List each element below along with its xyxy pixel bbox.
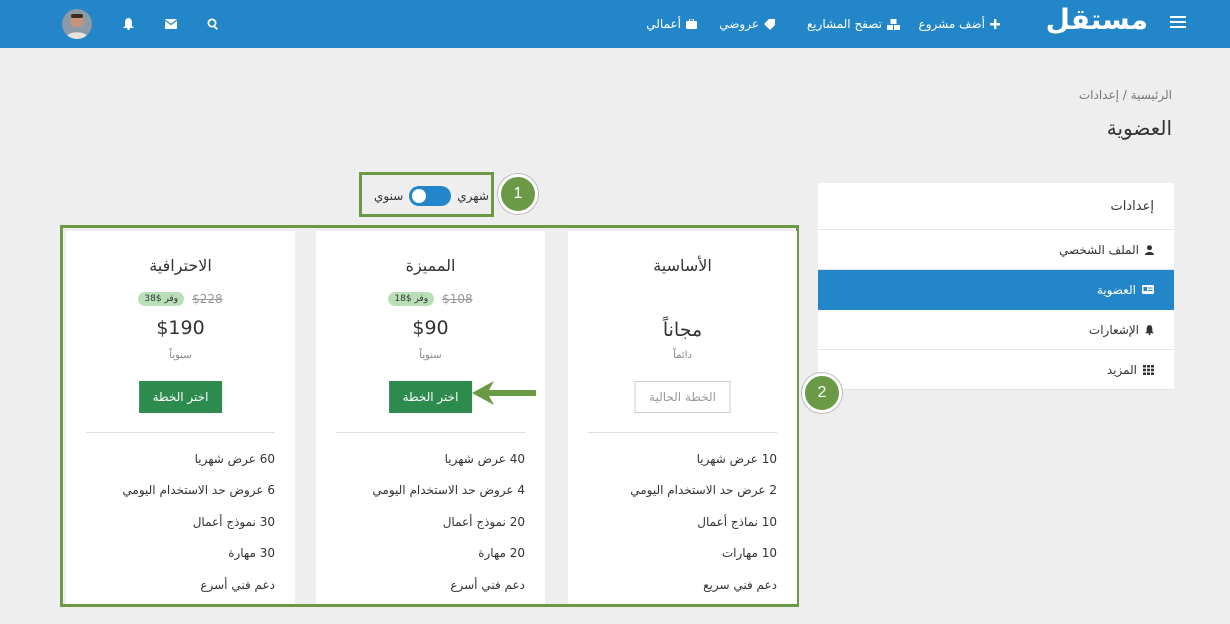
feature-item: 10 نماذج أعمال: [697, 514, 777, 529]
old-price: $108: [442, 292, 473, 306]
top-navbar: مستقل أضف مشروع تصفح المشاريع عروضي أعما…: [0, 0, 1230, 48]
plan-period: دائماً: [673, 350, 692, 361]
plan-card-premium: المميزة $108 وفر $18 $90 سنوياً اختر الخ…: [316, 231, 545, 604]
user-icon: [1145, 244, 1154, 255]
plus-icon: [990, 19, 1000, 29]
menu-icon[interactable]: [1170, 16, 1186, 30]
billing-toggle: سنوي شهري: [374, 186, 489, 206]
breadcrumb: الرئيسية / إعدادات: [1079, 88, 1172, 102]
switch-knob: [412, 189, 427, 203]
plan-price: مجاناً: [662, 319, 703, 341]
feature-item: دعم فني أسرع: [450, 577, 525, 592]
cubes-icon: [887, 18, 900, 30]
discount-row: $228 وفر $38: [66, 292, 295, 306]
sidebar-header: إعدادات: [818, 183, 1174, 230]
plan-card-professional: الاحترافية $228 وفر $38 $190 سنوياً اختر…: [66, 231, 295, 604]
settings-sidebar: إعدادات الملف الشخصي العضوية الإشعارات ا…: [818, 183, 1174, 390]
choose-plan-button[interactable]: اختر الخطة: [138, 381, 223, 413]
nav-browse-projects[interactable]: تصفح المشاريع: [807, 0, 900, 48]
breadcrumb-current: إعدادات: [1078, 88, 1119, 102]
tag-icon: [764, 18, 775, 30]
callout-badge-2: 2: [802, 373, 842, 413]
sidebar-item-notifications[interactable]: الإشعارات: [818, 310, 1174, 350]
feature-item: 4 عروض حد الاستخدام اليومي: [372, 483, 525, 498]
feature-item: دعم فني سريع: [703, 577, 777, 592]
feature-item: 40 عرض شهريا: [444, 451, 525, 466]
feature-item: 6 عروض حد الاستخدام اليومي: [122, 483, 275, 498]
sidebar-item-more[interactable]: المزيد: [818, 350, 1174, 390]
divider: [86, 432, 275, 433]
toggle-label-yearly[interactable]: سنوي: [374, 189, 403, 203]
old-price: $228: [192, 292, 223, 306]
callout-badge-1: 1: [498, 174, 538, 214]
page-title: العضوية: [1106, 116, 1172, 140]
briefcase-icon: [686, 19, 697, 29]
discount-row: $108 وفر $18: [316, 292, 545, 306]
billing-toggle-highlight: سنوي شهري: [359, 172, 494, 217]
current-plan-button[interactable]: الخطة الحالية: [634, 381, 731, 413]
divider: [336, 432, 525, 433]
choose-plan-button[interactable]: اختر الخطة: [388, 381, 473, 413]
feature-item: 60 عرض شهريا: [194, 451, 275, 466]
feature-list: 10 عرض شهريا 2 عرض حد الاستخدام اليومي 1…: [588, 443, 777, 601]
feature-list: 40 عرض شهريا 4 عروض حد الاستخدام اليومي …: [336, 443, 525, 601]
plan-name: الاحترافية: [149, 256, 212, 275]
bell-icon[interactable]: [118, 14, 138, 34]
plan-name: الأساسية: [653, 256, 712, 275]
plan-period: سنوياً: [169, 350, 192, 361]
feature-list: 60 عرض شهريا 6 عروض حد الاستخدام اليومي …: [86, 443, 275, 601]
save-badge: وفر $38: [138, 292, 185, 306]
feature-item: 20 نموذج أعمال: [442, 514, 525, 529]
logo[interactable]: مستقل: [1046, 3, 1149, 36]
nav-add-project[interactable]: أضف مشروع: [919, 0, 1000, 48]
plan-card-basic: الأساسية مجاناً دائماً الخطة الحالية 10 …: [568, 231, 797, 604]
id-card-icon: [1142, 285, 1154, 294]
feature-item: 20 مهارة: [478, 546, 525, 561]
plans-highlight: الاحترافية $228 وفر $38 $190 سنوياً اختر…: [60, 225, 799, 607]
bell-icon: [1145, 324, 1154, 335]
billing-switch[interactable]: [409, 186, 452, 206]
search-icon[interactable]: [203, 14, 223, 34]
feature-item: 30 مهارة: [228, 546, 275, 561]
save-badge: وفر $18: [388, 292, 435, 306]
nav-my-works[interactable]: أعمالي: [646, 0, 697, 48]
sidebar-item-membership[interactable]: العضوية: [818, 270, 1174, 310]
toggle-label-monthly[interactable]: شهري: [457, 189, 489, 203]
divider: [588, 432, 777, 433]
breadcrumb-separator: /: [1122, 88, 1127, 102]
envelope-icon[interactable]: [161, 14, 181, 34]
feature-item: 30 نموذج أعمال: [192, 514, 275, 529]
pointer-arrow-icon: [472, 381, 536, 405]
plan-price: $90: [412, 317, 449, 339]
plan-period: سنوياً: [419, 350, 442, 361]
grid-icon: [1143, 364, 1154, 375]
plan-name: المميزة: [405, 256, 456, 275]
breadcrumb-home[interactable]: الرئيسية: [1131, 88, 1172, 102]
feature-item: 2 عرض حد الاستخدام اليومي: [630, 483, 777, 498]
plan-price: $190: [156, 317, 205, 339]
user-avatar[interactable]: [62, 9, 92, 39]
feature-item: 10 عرض شهريا: [696, 451, 777, 466]
sidebar-item-profile[interactable]: الملف الشخصي: [818, 230, 1174, 270]
nav-my-offers[interactable]: عروضي: [719, 0, 775, 48]
feature-item: دعم فني أسرع: [200, 577, 275, 592]
feature-item: 10 مهارات: [721, 546, 777, 561]
